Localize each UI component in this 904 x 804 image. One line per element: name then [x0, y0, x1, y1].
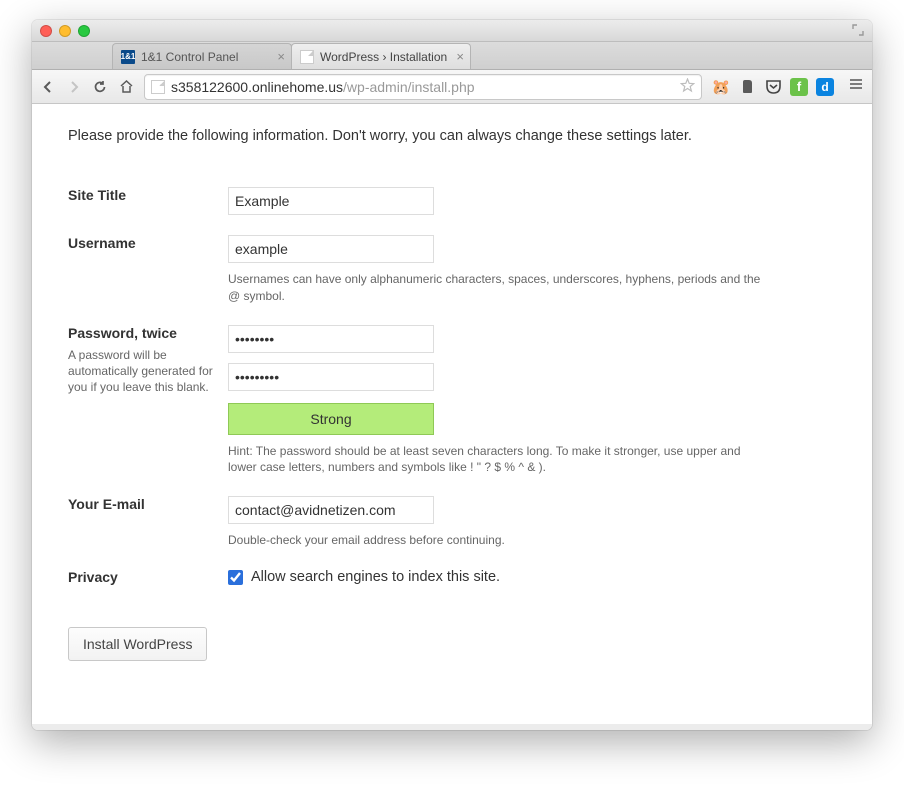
close-tab-icon[interactable]: × — [456, 50, 464, 63]
privacy-checkbox[interactable] — [228, 570, 243, 585]
password-sublabel: A password will be automatically generat… — [68, 347, 218, 396]
menu-button[interactable] — [848, 76, 864, 97]
bookmark-star-icon[interactable] — [680, 78, 695, 96]
tab-label: WordPress › Installation — [320, 50, 447, 64]
close-window-button[interactable] — [40, 25, 52, 37]
intro-text: Please provide the following information… — [68, 126, 836, 147]
install-form: Site Title Username Usernames can have o… — [68, 177, 836, 595]
home-button[interactable] — [118, 79, 134, 95]
username-hint: Usernames can have only alphanumeric cha… — [228, 271, 768, 305]
window-footer — [32, 724, 872, 730]
password-label: Password, twice — [68, 325, 177, 341]
feedly-extension-icon[interactable]: f — [790, 78, 808, 96]
site-title-input[interactable] — [228, 187, 434, 215]
reload-button[interactable] — [92, 79, 108, 95]
email-label: Your E-mail — [68, 486, 228, 559]
email-input[interactable] — [228, 496, 434, 524]
privacy-checkbox-row[interactable]: Allow search engines to index this site. — [228, 569, 836, 585]
browser-toolbar: s358122600.onlinehome.us/wp-admin/instal… — [32, 70, 872, 104]
fullscreen-icon[interactable] — [852, 24, 864, 39]
page-icon — [151, 80, 165, 94]
password-input-1[interactable] — [228, 325, 434, 353]
back-button[interactable] — [40, 79, 56, 95]
forward-button[interactable] — [66, 79, 82, 95]
zoom-window-button[interactable] — [78, 25, 90, 37]
tab-wordpress-install[interactable]: WordPress › Installation × — [291, 43, 471, 69]
password-strength-indicator: Strong — [228, 403, 434, 435]
privacy-checkbox-label: Allow search engines to index this site. — [251, 569, 500, 585]
delicious-extension-icon[interactable]: d — [816, 78, 834, 96]
username-label: Username — [68, 225, 228, 315]
browser-window: 1&1 1&1 Control Panel × WordPress › Inst… — [32, 20, 872, 730]
extensions-area: 🐹 f d — [712, 78, 834, 96]
extension-icon[interactable]: 🐹 — [712, 78, 730, 96]
favicon-blank-icon — [300, 50, 314, 64]
evernote-extension-icon[interactable] — [738, 78, 756, 96]
address-bar[interactable]: s358122600.onlinehome.us/wp-admin/instal… — [144, 74, 702, 100]
page-content: Please provide the following information… — [32, 104, 872, 724]
install-wordpress-button[interactable]: Install WordPress — [68, 627, 207, 661]
password-hint: Hint: The password should be at least se… — [228, 443, 768, 477]
pocket-extension-icon[interactable] — [764, 78, 782, 96]
tab-1and1[interactable]: 1&1 1&1 Control Panel × — [112, 43, 292, 69]
privacy-label: Privacy — [68, 559, 228, 595]
site-title-label: Site Title — [68, 177, 228, 225]
email-hint: Double-check your email address before c… — [228, 532, 768, 549]
password-input-2[interactable] — [228, 363, 434, 391]
minimize-window-button[interactable] — [59, 25, 71, 37]
tab-label: 1&1 Control Panel — [141, 50, 238, 64]
window-traffic-lights — [40, 25, 90, 37]
window-titlebar — [32, 20, 872, 42]
close-tab-icon[interactable]: × — [277, 50, 285, 63]
url-text: s358122600.onlinehome.us/wp-admin/instal… — [171, 79, 674, 95]
favicon-1and1-icon: 1&1 — [121, 50, 135, 64]
username-input[interactable] — [228, 235, 434, 263]
browser-tabstrip: 1&1 1&1 Control Panel × WordPress › Inst… — [32, 42, 872, 70]
